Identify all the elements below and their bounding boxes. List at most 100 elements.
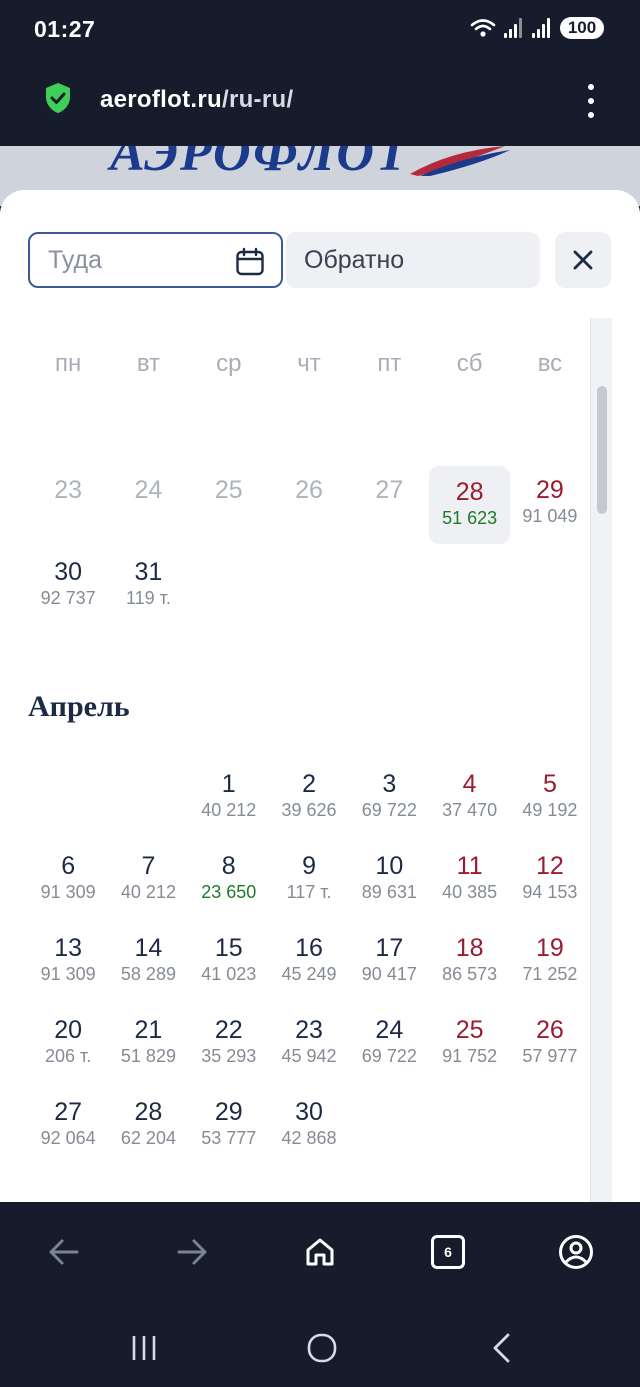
signal-icon-2 xyxy=(532,18,552,38)
day-price: 37 470 xyxy=(442,800,498,820)
url-bar[interactable]: aeroflot.ru/ru-ru/ xyxy=(0,62,640,146)
system-back-button[interactable] xyxy=(482,1330,522,1366)
calendar-day[interactable]: 15 41 023 xyxy=(189,922,269,1004)
calendar-day[interactable]: 27 92 064 xyxy=(28,1086,108,1168)
day-price: 92 064 xyxy=(40,1128,96,1148)
day-number: 23 xyxy=(295,1016,323,1044)
calendar-day[interactable]: 16 45 249 xyxy=(269,922,349,1004)
calendar-day[interactable]: 30 92 737 xyxy=(28,546,108,628)
url-host: aeroflot.ru xyxy=(100,86,222,113)
day-price: 40 212 xyxy=(120,882,176,902)
wifi-icon xyxy=(470,19,496,37)
day-price: 49 192 xyxy=(522,800,578,820)
calendar-day[interactable]: 24 69 722 xyxy=(349,1004,429,1086)
scrollbar[interactable] xyxy=(590,318,612,1202)
day-price: 51 829 xyxy=(120,1046,176,1066)
departure-date-input[interactable] xyxy=(48,245,228,275)
back-button[interactable] xyxy=(44,1232,84,1272)
day-price: 45 249 xyxy=(281,964,337,984)
chevron-left-icon xyxy=(493,1333,510,1363)
calendar-day: 26 xyxy=(269,464,349,546)
return-date-label: Обратно xyxy=(304,245,405,274)
tabs-count: 6 xyxy=(431,1235,465,1269)
home-icon xyxy=(306,1238,334,1266)
day-price xyxy=(28,506,108,530)
calendar-day[interactable]: 1 40 212 xyxy=(189,758,269,840)
arrow-right-icon xyxy=(177,1239,207,1265)
calendar-day[interactable]: 31 119 т. xyxy=(108,546,188,628)
battery-indicator: 100 xyxy=(560,17,604,39)
calendar-icon[interactable] xyxy=(235,247,265,277)
day-price: 91 752 xyxy=(442,1046,498,1066)
calendar-day[interactable]: 30 42 868 xyxy=(269,1086,349,1168)
calendar-day[interactable]: 19 71 252 xyxy=(510,922,590,1004)
calendar-day[interactable]: 4 37 470 xyxy=(429,758,509,840)
day-number: 26 xyxy=(295,476,323,504)
recent-apps-button[interactable] xyxy=(124,1330,164,1366)
day-price xyxy=(349,506,429,530)
calendar-day[interactable]: 21 51 829 xyxy=(108,1004,188,1086)
day-number: 6 xyxy=(61,852,76,880)
calendar-day[interactable]: 28 62 204 xyxy=(108,1086,188,1168)
calendar-day[interactable]: 10 89 631 xyxy=(349,840,429,922)
scrollbar-thumb[interactable] xyxy=(597,386,607,514)
calendar-day[interactable]: 23 45 942 xyxy=(269,1004,349,1086)
url-text[interactable]: aeroflot.ru/ru-ru/ xyxy=(100,86,293,114)
calendar-day[interactable]: 25 91 752 xyxy=(429,1004,509,1086)
calendar-day[interactable]: 22 35 293 xyxy=(189,1004,269,1086)
day-price: 57 977 xyxy=(522,1046,578,1066)
month-title-april: Апрель xyxy=(28,690,130,723)
day-price: 92 737 xyxy=(40,588,96,608)
calendar-day[interactable]: 20 206 т. xyxy=(28,1004,108,1086)
more-menu-icon[interactable] xyxy=(586,84,596,118)
day-number: 7 xyxy=(141,852,156,880)
day-price: 40 385 xyxy=(442,882,498,902)
day-price: 91 309 xyxy=(40,882,96,902)
departure-date-field[interactable] xyxy=(28,232,283,288)
day-number: 5 xyxy=(542,770,557,798)
calendar-day[interactable]: 6 91 309 xyxy=(28,840,108,922)
day-price: 117 т. xyxy=(286,882,332,902)
day-price: 40 212 xyxy=(201,800,257,820)
day-price xyxy=(108,506,188,530)
return-date-field[interactable]: Обратно xyxy=(286,232,540,288)
url-path: /ru-ru/ xyxy=(221,86,294,113)
calendar-day[interactable]: 29 91 049 xyxy=(510,464,590,546)
screen: 01:27 100 aeroflot.ru/ru-ru/ АЭРОФЛОТ Ту… xyxy=(0,0,640,1387)
calendar-day[interactable]: 12 94 153 xyxy=(510,840,590,922)
calendar-day[interactable]: 14 58 289 xyxy=(108,922,188,1004)
calendar-day[interactable]: 11 40 385 xyxy=(429,840,509,922)
calendar-day[interactable]: 7 40 212 xyxy=(108,840,188,922)
forward-button[interactable] xyxy=(172,1232,212,1272)
day-number: 20 xyxy=(54,1016,83,1044)
day-number: 13 xyxy=(54,934,83,962)
day-number: 27 xyxy=(54,1098,83,1126)
calendar-day[interactable]: 9 117 т. xyxy=(269,840,349,922)
tabs-button[interactable]: 6 xyxy=(428,1232,468,1272)
march-grid: 23 24 25 26 27 28 51 623 29 91 049 30 92 737 31 119 … xyxy=(28,464,590,628)
system-home-button[interactable] xyxy=(302,1330,342,1366)
day-number: 27 xyxy=(375,476,404,504)
day-number: 24 xyxy=(134,476,163,504)
calendar-day[interactable]: 26 57 977 xyxy=(510,1004,590,1086)
calendar-day[interactable]: 8 23 650 xyxy=(189,840,269,922)
calendar-day[interactable]: 18 86 573 xyxy=(429,922,509,1004)
calendar-day[interactable]: 3 69 722 xyxy=(349,758,429,840)
calendar-day[interactable]: 28 51 623 xyxy=(429,466,510,544)
calendar-day[interactable]: 29 53 777 xyxy=(189,1086,269,1168)
day-number: 29 xyxy=(536,476,564,504)
day-price: 39 626 xyxy=(281,800,337,820)
calendar-day[interactable]: 2 39 626 xyxy=(269,758,349,840)
home-button[interactable] xyxy=(300,1232,340,1272)
calendar-day[interactable]: 13 91 309 xyxy=(28,922,108,1004)
profile-button[interactable] xyxy=(556,1232,596,1272)
calendar-day[interactable]: 5 49 192 xyxy=(510,758,590,840)
status-bar: 01:27 100 xyxy=(0,0,640,62)
day-number: 1 xyxy=(221,770,236,798)
day-number: 14 xyxy=(134,934,163,962)
day-price: 51 623 xyxy=(442,508,498,528)
day-number: 21 xyxy=(134,1016,163,1044)
day-number: 12 xyxy=(536,852,564,880)
calendar-day[interactable]: 17 90 417 xyxy=(349,922,429,1004)
close-button[interactable] xyxy=(555,232,611,288)
